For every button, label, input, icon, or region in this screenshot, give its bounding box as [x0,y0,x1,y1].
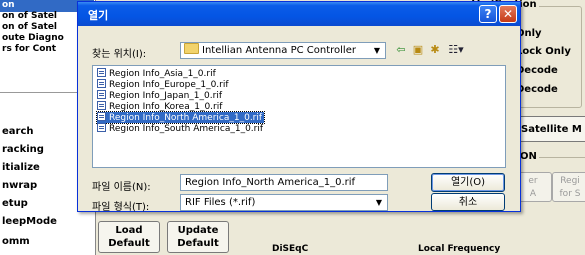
file-name: Region Info_Korea_1_0.rif [109,102,223,112]
file-name: Region Info_South America_1_0.rif [109,124,264,134]
file-icon [97,79,106,88]
command-item[interactable]: racking [2,144,44,155]
view-menu-icon[interactable]: ☷▾ [445,43,467,57]
button-line: Load [115,225,143,236]
help-icon[interactable]: ? [479,5,497,23]
folder-icon [184,43,199,54]
chevron-down-icon: ▼ [372,196,386,209]
verification-option[interactable]: Decode [516,84,558,95]
filename-input[interactable]: Region Info_North America_1_0.rif [180,174,388,191]
look-in-dropdown[interactable]: Intellian Antenna PC Controller ▼ [180,42,386,59]
cancel-button[interactable]: 취소 [431,193,505,211]
file-icon [97,101,106,110]
button-line: Update [177,225,219,236]
file-item[interactable]: Region Info_Korea_1_0.rif [97,101,224,112]
disabled-button[interactable]: Regi for S [552,172,585,202]
tree-item-label: on [2,0,15,10]
file-name: Region Info_North America_1_0.rif [109,113,263,123]
file-name: Region Info_Europe_1_0.rif [109,80,229,90]
button-line: Regi [560,176,580,186]
file-icon [97,123,106,132]
update-default-button[interactable]: Update Default [167,221,229,253]
command-item[interactable]: earch [2,126,34,137]
button-line: for S [559,189,581,199]
chevron-down-icon: ▼ [370,44,384,57]
verification-option[interactable]: Lock Only [516,46,571,57]
tree-item[interactable]: on of Satel [2,11,57,21]
filetype-value: RIF Files (*.rif) [185,197,256,208]
file-item[interactable]: Region Info_South America_1_0.rif [97,123,265,134]
look-in-value: Intellian Antenna PC Controller [202,45,356,56]
new-folder-icon[interactable]: ✱ [428,43,442,57]
close-icon[interactable]: ✕ [499,5,517,23]
file-icon [97,90,106,99]
filetype-dropdown[interactable]: RIF Files (*.rif) ▼ [180,194,388,211]
dialog-titlebar[interactable]: 열기 ? ✕ [78,2,520,26]
local-frequency-label: Local Frequency [418,244,501,254]
filetype-label: 파일 형식(T): [92,202,150,213]
command-item[interactable]: leepMode [2,216,57,227]
file-name: Region Info_Asia_1_0.rif [109,69,216,79]
file-item[interactable]: Region Info_Europe_1_0.rif [97,79,231,90]
tree-item[interactable]: on of Satel [2,22,57,32]
command-item[interactable]: omm [2,236,30,247]
file-item-selected[interactable]: Region Info_North America_1_0.rif [95,111,266,124]
diseqc-label: DiSEqC [272,244,309,254]
load-default-button[interactable]: Load Default [98,221,160,253]
command-item[interactable]: etup [2,198,28,209]
command-item[interactable]: nwrap [2,180,37,191]
open-button[interactable]: 열기(O) [431,173,505,192]
file-list[interactable]: Region Info_Asia_1_0.rif Region Info_Eur… [92,65,506,168]
file-icon [97,112,106,121]
filename-label: 파일 이름(N): [92,182,151,193]
tree-item[interactable]: rs for Cont [2,44,56,54]
up-folder-icon[interactable]: ▣ [411,43,425,57]
back-icon[interactable]: ⇦ [394,43,408,57]
verification-option[interactable]: Decode [516,65,558,76]
dialog-title: 열기 [88,9,109,22]
file-item[interactable]: Region Info_Japan_1_0.rif [97,90,224,101]
file-name: Region Info_Japan_1_0.rif [109,91,222,101]
button-line: Default [108,238,150,249]
open-file-dialog: 열기 ? ✕ 찾는 위치(I): Intellian Antenna PC Co… [77,1,521,213]
tree-item[interactable]: oute Diagno [2,33,64,43]
button-line: Default [177,238,219,249]
on-group-legend: ON [518,151,539,162]
command-item[interactable]: itialize [2,162,40,173]
file-item[interactable]: Region Info_Asia_1_0.rif [97,68,218,79]
file-icon [97,68,106,77]
look-in-label: 찾는 위치(I): [92,49,147,60]
